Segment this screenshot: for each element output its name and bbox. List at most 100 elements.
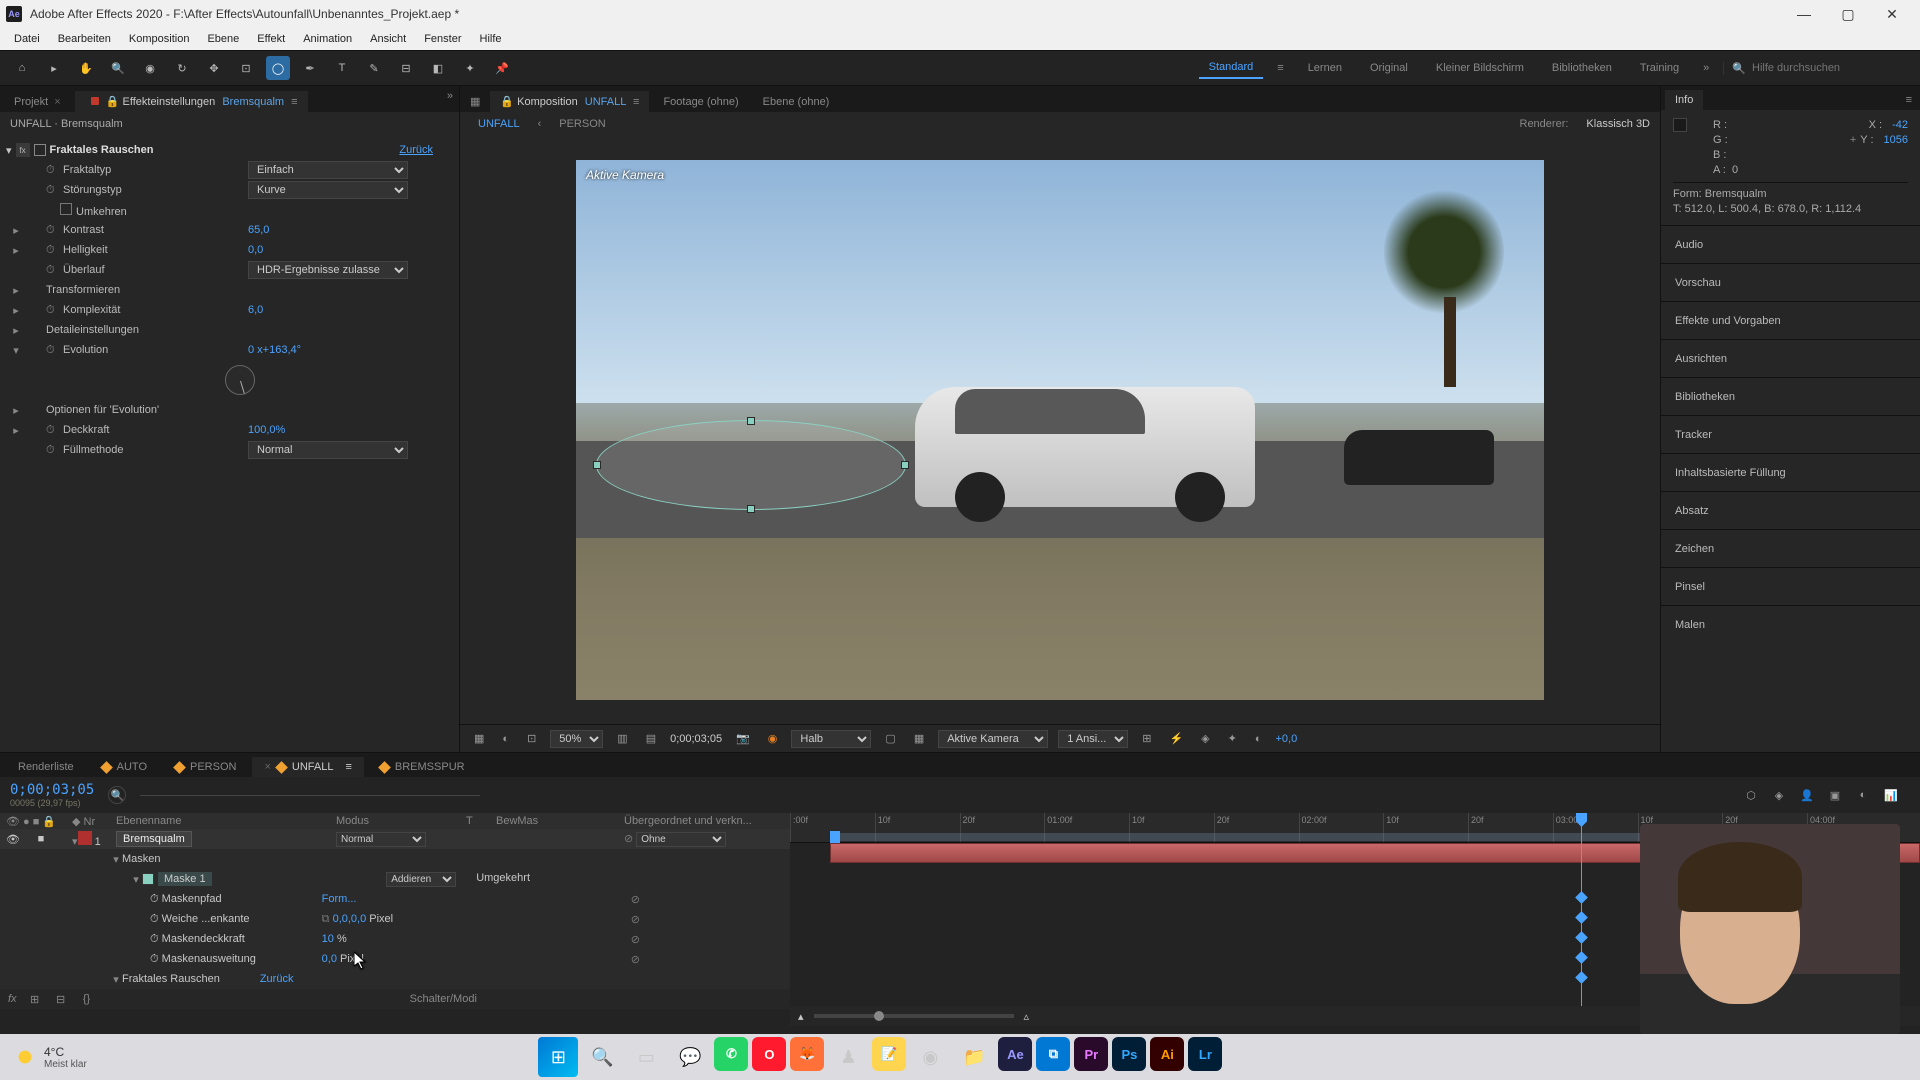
timeline-search-input[interactable] <box>140 795 480 796</box>
keyframe-marker[interactable] <box>1575 891 1588 904</box>
pixel-aspect-icon[interactable]: ⊞ <box>1138 730 1155 747</box>
clone-tool[interactable]: ⊟ <box>394 56 418 80</box>
stopwatch-icon[interactable]: ⏱ <box>150 913 159 926</box>
expression-pickwhip-icon[interactable]: ⊘ <box>631 893 640 906</box>
parent-select[interactable]: Ohne <box>636 832 726 847</box>
whatsapp-icon[interactable]: ✆ <box>714 1037 748 1071</box>
frame-blend-icon[interactable]: ▣ <box>1826 786 1844 804</box>
camera-select[interactable]: Aktive Kamera <box>938 730 1048 748</box>
mask-handle[interactable] <box>747 417 755 425</box>
layer-name-input[interactable]: Bremsqualm <box>116 831 192 847</box>
mask-invert-label[interactable]: Umgekehrt <box>476 872 530 887</box>
stopwatch-icon[interactable]: ⏱ <box>46 164 58 177</box>
mask-handle[interactable] <box>901 461 909 469</box>
shy-icon[interactable]: 👤 <box>1798 786 1816 804</box>
comp-crumb-unfall[interactable]: UNFALL <box>470 115 528 133</box>
panel-grip-icon[interactable]: ▦ <box>464 91 486 112</box>
workspace-biblio[interactable]: Bibliotheken <box>1542 58 1622 78</box>
tab-projekt[interactable]: Projekt× <box>4 92 71 112</box>
section-malen[interactable]: Malen <box>1661 605 1920 643</box>
snapshot-icon[interactable]: 📷 <box>732 730 754 747</box>
panel-menu-icon[interactable]: ≡ <box>1902 90 1916 110</box>
alpha-toggle-icon[interactable]: ▦ <box>470 730 488 747</box>
stopwatch-icon[interactable]: ⏱ <box>46 224 58 237</box>
workspace-menu-icon[interactable]: ≡ <box>1271 62 1289 74</box>
tab-footage[interactable]: Footage (ohne) <box>653 92 748 112</box>
guides-icon[interactable]: ▤ <box>642 730 660 747</box>
tab-komposition[interactable]: 🔒 Komposition UNFALL ≡ <box>490 91 649 112</box>
section-ausrichten[interactable]: Ausrichten <box>1661 339 1920 377</box>
unknown-app-icon[interactable]: ♟ <box>828 1037 868 1077</box>
mask-ellipse[interactable] <box>596 420 906 510</box>
section-tracker[interactable]: Tracker <box>1661 415 1920 453</box>
tab-info[interactable]: Info <box>1665 90 1703 110</box>
photoshop-icon[interactable]: Ps <box>1112 1037 1146 1071</box>
mask-mode-select[interactable]: Addieren <box>386 872 456 887</box>
workspace-lernen[interactable]: Lernen <box>1298 58 1352 78</box>
graph-editor-icon[interactable]: 📊 <box>1882 786 1900 804</box>
layer-mode-select[interactable]: Normal <box>336 832 426 847</box>
evolution-dial[interactable] <box>225 365 255 395</box>
orbit-tool[interactable]: ◉ <box>138 56 162 80</box>
stopwatch-icon[interactable]: ⏱ <box>46 184 58 197</box>
stopwatch-icon[interactable]: ⏱ <box>46 444 58 457</box>
workspace-training[interactable]: Training <box>1630 58 1689 78</box>
exposure-value[interactable]: +0,0 <box>1275 733 1297 745</box>
zoom-out-icon[interactable]: ▴ <box>798 1010 804 1023</box>
zoom-tool[interactable]: 🔍 <box>106 56 130 80</box>
aftereffects-icon[interactable]: Ae <box>998 1037 1032 1071</box>
tl-tab-person[interactable]: PERSON <box>163 757 248 777</box>
panel-overflow[interactable]: » <box>447 90 453 102</box>
helligkeit-value[interactable]: 0,0 <box>248 244 263 256</box>
workspace-kleiner[interactable]: Kleiner Bildschirm <box>1426 58 1534 78</box>
stoerungstyp-select[interactable]: Kurve <box>248 181 408 199</box>
tl-tab-auto[interactable]: AUTO <box>90 757 159 777</box>
illustrator-icon[interactable]: Ai <box>1150 1037 1184 1071</box>
maximize-button[interactable]: ▢ <box>1826 0 1870 28</box>
switches-label[interactable]: Schalter/Modi <box>410 993 477 1005</box>
help-search-input[interactable] <box>1752 62 1902 74</box>
stopwatch-icon[interactable]: ⏱ <box>150 933 159 946</box>
transparency-icon[interactable]: ▦ <box>910 730 928 747</box>
timecode-display[interactable]: 0;00;03;05 <box>670 733 722 745</box>
menu-hilfe[interactable]: Hilfe <box>472 31 510 47</box>
toggle-brackets-icon[interactable]: {} <box>79 992 95 1006</box>
comp-crumb-person[interactable]: PERSON <box>551 115 613 133</box>
section-vorschau[interactable]: Vorschau <box>1661 263 1920 301</box>
opera-icon[interactable]: O <box>752 1037 786 1071</box>
tab-effekteinstellungen[interactable]: 🔒 Effekteinstellungen Bremsqualm ≡ <box>75 91 308 112</box>
region-icon[interactable]: ▢ <box>881 730 899 747</box>
prop-detail[interactable]: Detaileinstellungen <box>46 324 226 336</box>
expression-pickwhip-icon[interactable]: ⊘ <box>631 913 640 926</box>
stopwatch-icon[interactable]: ⏱ <box>46 264 58 277</box>
vscode-icon[interactable]: ⧉ <box>1036 1037 1070 1071</box>
section-effekte[interactable]: Effekte und Vorgaben <box>1661 301 1920 339</box>
channel-icon[interactable]: ◐ <box>498 731 513 747</box>
ueberlauf-select[interactable]: HDR-Ergebnisse zulasse <box>248 261 408 279</box>
grid-icon[interactable]: ▥ <box>613 730 631 747</box>
draft3d-icon[interactable]: ✦ <box>1224 730 1241 747</box>
rotate-tool[interactable]: ↻ <box>170 56 194 80</box>
pen-tool[interactable]: ✒ <box>298 56 322 80</box>
teams-icon[interactable]: 💬 <box>670 1037 710 1077</box>
exposure-reset-icon[interactable]: ◐ <box>1251 731 1266 747</box>
parent-pickwhip-icon[interactable]: ⊘ <box>624 833 633 845</box>
layer-color[interactable] <box>78 831 92 845</box>
section-zeichen[interactable]: Zeichen <box>1661 529 1920 567</box>
task-view[interactable]: ▭ <box>626 1037 666 1077</box>
menu-datei[interactable]: Datei <box>6 31 48 47</box>
home-button[interactable]: ⌂ <box>10 56 34 80</box>
link-icon[interactable]: ⧉ <box>322 913 330 926</box>
zoom-in-icon[interactable]: ▵ <box>1024 1010 1030 1023</box>
tl-tab-bremsspur[interactable]: BREMSSPUR <box>368 757 477 777</box>
layer-row-1[interactable]: 👁■ ▾ 1 Bremsqualm Normal ⊘ Ohne <box>0 829 790 849</box>
maskendeckkraft-value[interactable]: 10 <box>322 933 334 945</box>
menu-fenster[interactable]: Fenster <box>416 31 469 47</box>
premiere-icon[interactable]: Pr <box>1074 1037 1108 1071</box>
expression-pickwhip-icon[interactable]: ⊘ <box>631 933 640 946</box>
stopwatch-icon[interactable]: ⏱ <box>46 304 58 317</box>
maskenpfad-value[interactable]: Form... <box>322 893 357 905</box>
selection-tool[interactable]: ▸ <box>42 56 66 80</box>
expression-pickwhip-icon[interactable]: ⊘ <box>631 953 640 966</box>
ausweitung-value[interactable]: 0,0 <box>322 953 337 965</box>
